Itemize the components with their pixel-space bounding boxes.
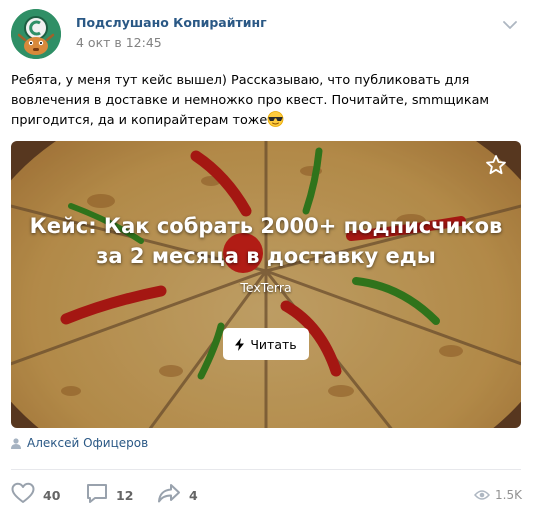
- group-avatar[interactable]: [11, 9, 61, 59]
- sunglasses-emoji-icon: [267, 111, 284, 134]
- wall-post: Подслушано Копирайтинг 4 окт в 12:45 Реб…: [0, 0, 537, 510]
- view-counter: 1.5K: [474, 486, 522, 504]
- post-text-keyword: кейс: [141, 73, 173, 88]
- divider: [11, 469, 521, 470]
- comment-button[interactable]: 12: [86, 484, 133, 506]
- comment-count: 12: [116, 487, 134, 503]
- share-arrow-icon: [157, 482, 181, 508]
- star-icon[interactable]: [485, 154, 507, 176]
- post-text: Ребята, у меня тут кейс вышел) Рассказыв…: [11, 71, 516, 134]
- author-name: Алексей Офицеров: [27, 436, 149, 450]
- share-count: 4: [189, 487, 198, 503]
- post-author[interactable]: Алексей Офицеров: [11, 435, 148, 451]
- article-card[interactable]: Кейс: Как собрать 2000+ подписчиков за 2…: [11, 141, 521, 428]
- like-count: 40: [43, 487, 61, 503]
- share-button[interactable]: 4: [157, 484, 198, 506]
- heart-icon: [11, 482, 35, 508]
- lightning-icon: [235, 337, 245, 351]
- read-button-label: Читать: [250, 336, 297, 352]
- article-title: Кейс: Как собрать 2000+ подписчиков за 2…: [29, 214, 503, 268]
- like-button[interactable]: 40: [11, 482, 61, 508]
- view-count: 1.5K: [495, 488, 522, 502]
- read-article-button[interactable]: Читать: [223, 328, 309, 360]
- comment-icon: [86, 482, 108, 508]
- person-icon: [11, 437, 21, 449]
- article-source: TexTerra: [240, 280, 292, 295]
- group-name-link[interactable]: Подслушано Копирайтинг: [76, 15, 267, 30]
- post-text-start: Ребята, у меня тут: [11, 73, 142, 88]
- post-date[interactable]: 4 окт в 12:45: [76, 35, 162, 50]
- chevron-down-icon[interactable]: [502, 16, 518, 29]
- eye-icon: [474, 486, 490, 505]
